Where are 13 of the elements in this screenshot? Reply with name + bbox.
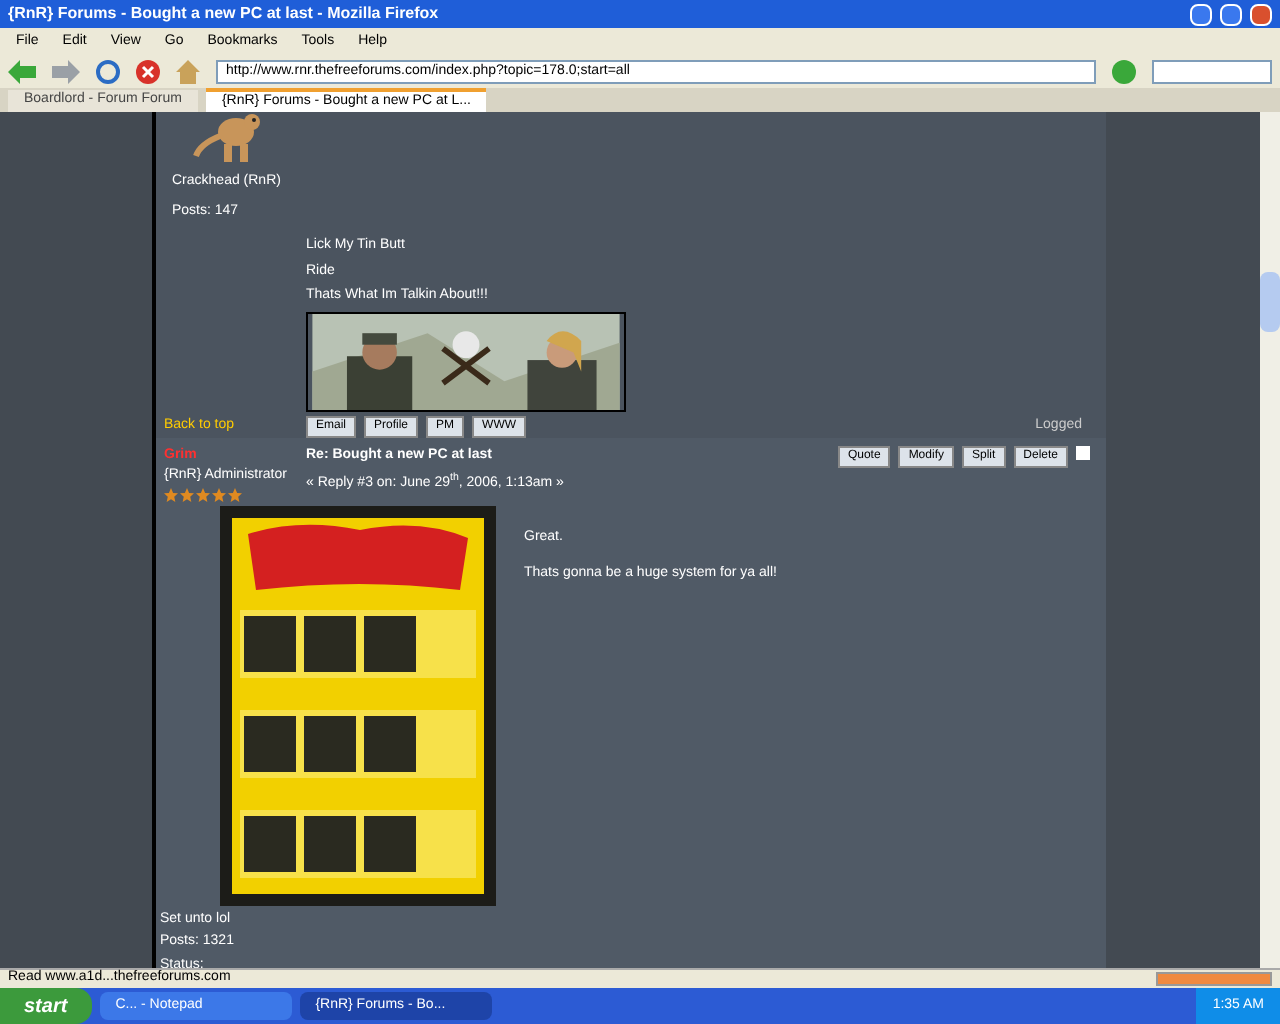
scrollbar[interactable]: [1260, 112, 1280, 968]
select-checkbox[interactable]: [1076, 445, 1090, 459]
close-button[interactable]: [1250, 3, 1272, 25]
reload-icon[interactable]: [96, 60, 120, 84]
maximize-button[interactable]: [1220, 3, 1242, 25]
minimize-button[interactable]: [1190, 3, 1212, 25]
stop-icon[interactable]: [136, 60, 160, 84]
back-icon[interactable]: [8, 60, 36, 84]
start-button[interactable]: start: [0, 988, 92, 1024]
window-title: {RnR} Forums - Bought a new PC at last - Mozilla Firefox: [8, 2, 441, 26]
forward-icon[interactable]: [52, 60, 80, 84]
go-icon[interactable]: [1112, 60, 1136, 84]
search-field[interactable]: [1152, 60, 1272, 84]
